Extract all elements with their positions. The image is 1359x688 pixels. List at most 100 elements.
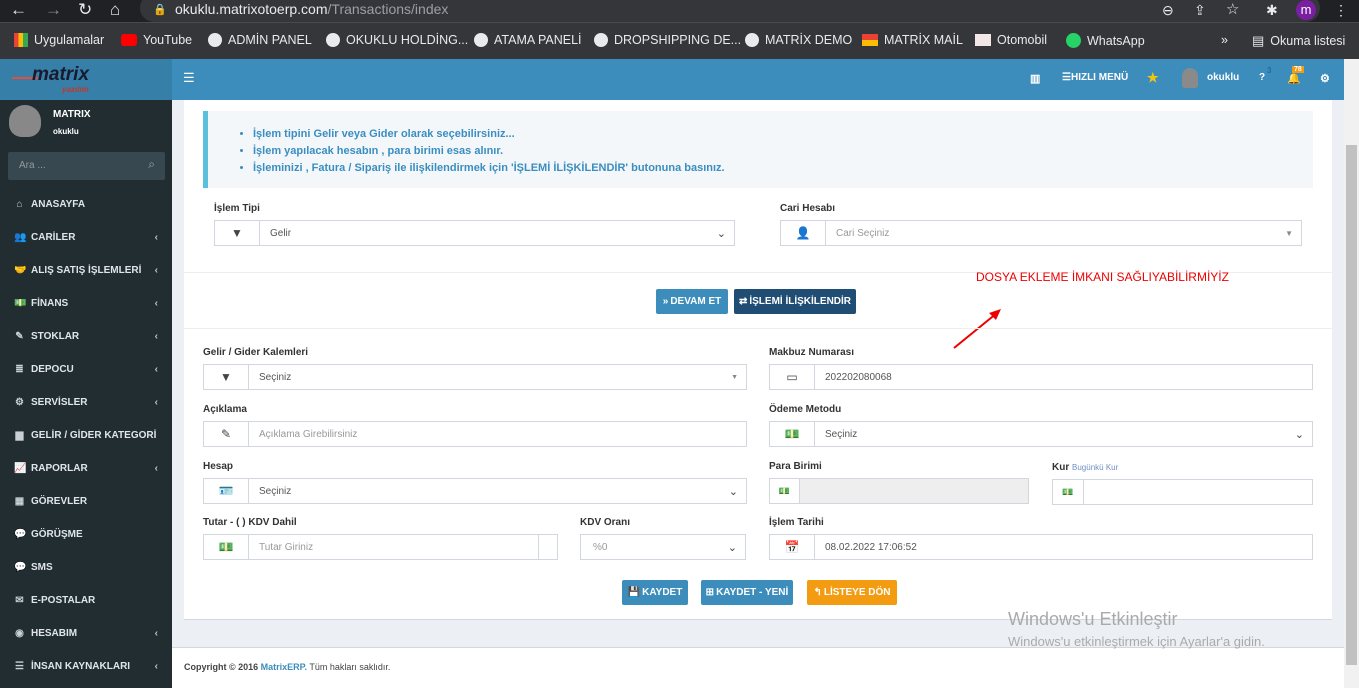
devam-et-button[interactable]: » DEVAM ET xyxy=(656,289,728,314)
aciklama-input[interactable]: ✎ Açıklama Girebilirsiniz xyxy=(203,421,747,447)
bookmark-youtube[interactable]: YouTube xyxy=(121,33,192,47)
bugunku-kur-link[interactable]: Bugünkü Kur xyxy=(1072,463,1118,472)
sidebar-item-home[interactable]: ⌂ ANASAYFA xyxy=(0,188,172,221)
info-item: İşlem tipini Gelir veya Gider olarak seç… xyxy=(253,126,725,143)
odeme-field: Seçiniz ⌄ xyxy=(815,422,1312,446)
search-icon[interactable]: ⌕ xyxy=(148,157,155,172)
bookmark-label: WhatsApp xyxy=(1087,33,1145,48)
sidebar-item-edit[interactable]: ✎ STOKLAR ‹ xyxy=(0,320,172,353)
back-icon[interactable]: ← xyxy=(10,0,27,20)
makbuz-input[interactable]: ▭ 202202080068 xyxy=(769,364,1313,390)
kur-input[interactable]: 💵 xyxy=(1052,479,1313,505)
sidebar-item-chart[interactable]: 📈 RAPORLAR ‹ xyxy=(0,452,172,485)
scrollbar-thumb[interactable] xyxy=(1346,145,1357,665)
sidebar-search-input[interactable]: Ara ... ⌕ xyxy=(8,152,165,180)
tutar-input[interactable]: 💵 Tutar Giriniz xyxy=(203,534,558,560)
islem-tipi-select[interactable]: ▼ Gelir ⌄ xyxy=(214,220,735,246)
kur-label-wrap: Kur Bugünkü Kur xyxy=(1052,462,1118,473)
sidebar-item-label: ALIŞ SATIŞ İŞLEMLERİ xyxy=(31,265,142,276)
reading-list[interactable]: ▤ Okuma listesi xyxy=(1252,33,1345,49)
barcode-icon[interactable]: ▥ xyxy=(1030,72,1040,85)
reload-icon[interactable]: ↻ xyxy=(78,0,92,20)
help-icon[interactable]: ? xyxy=(1259,72,1265,83)
sidebar-item-comment[interactable]: 💬 GÖRÜŞME xyxy=(0,518,172,551)
hesap-select[interactable]: 🪪 Seçiniz ⌄ xyxy=(203,478,747,504)
bookmark-whatsapp[interactable]: WhatsApp xyxy=(1066,33,1145,48)
cari-select[interactable]: 👤 Cari Seçiniz ▼ xyxy=(780,220,1302,246)
kaydet-button[interactable]: 💾 KAYDET xyxy=(622,580,688,605)
kdv-select[interactable]: %0 ⌄ xyxy=(580,534,746,560)
sidebar-item-list[interactable]: ☰ İNSAN KAYNAKLARI ‹ xyxy=(0,650,172,683)
makbuz-label: Makbuz Numarası xyxy=(769,347,855,358)
kaydet-yeni-label: KAYDET - YENİ xyxy=(716,587,789,598)
sidebar-item-handshake[interactable]: 🤝 ALIŞ SATIŞ İŞLEMLERİ ‹ xyxy=(0,254,172,287)
profile-avatar[interactable]: m xyxy=(1296,0,1316,20)
menu-dots-icon[interactable]: ⋮ xyxy=(1334,0,1348,20)
url-text[interactable]: okuklu.matrixotoerp.com/Transactions/ind… xyxy=(175,1,448,17)
user-avatar-icon[interactable] xyxy=(1182,68,1198,88)
chevron-left-icon: ‹ xyxy=(154,298,158,309)
more-bookmarks[interactable]: » xyxy=(1221,33,1228,47)
sidebar-item-users[interactable]: 👥 CARİLER ‹ xyxy=(0,221,172,254)
user-name[interactable]: okuklu xyxy=(1207,72,1239,83)
forward-icon[interactable]: → xyxy=(45,0,62,20)
bookmark-label: Otomobil xyxy=(997,33,1048,47)
transaction-form-box: İşlem tipini Gelir veya Gider olarak seç… xyxy=(184,100,1332,620)
home-icon[interactable]: ⌂ xyxy=(110,0,120,20)
tutar-suffix-addon xyxy=(539,535,557,559)
sidebar-item-envelope[interactable]: ✉ E-POSTALAR xyxy=(0,584,172,617)
bookmark-admin[interactable]: ADMİN PANEL xyxy=(208,33,312,47)
sidebar-item-user-circle[interactable]: ◉ HESABIM ‹ xyxy=(0,617,172,650)
odeme-select[interactable]: 💵 Seçiniz ⌄ xyxy=(769,421,1313,447)
extensions-icon[interactable]: ✱ xyxy=(1266,0,1278,20)
zoom-icon[interactable]: ⊖ xyxy=(1162,0,1174,20)
page-scrollbar[interactable] xyxy=(1344,59,1359,688)
comment-icon: 💬 xyxy=(14,529,27,540)
sidebar-item-label: SMS xyxy=(31,562,53,573)
favorites-star-icon[interactable]: ★ xyxy=(1147,70,1159,86)
windows-activation-title: Windows'u Etkinleştir xyxy=(1008,609,1178,629)
makbuz-field: 202202080068 xyxy=(815,365,1312,389)
islemi-iliskilendir-button[interactable]: ⇄ İŞLEMİ İLİŞKİLENDİR xyxy=(734,289,856,314)
share-icon[interactable]: ⇪ xyxy=(1194,0,1206,20)
edit-icon: ✎ xyxy=(15,331,24,342)
chart-icon: 📈 xyxy=(14,463,27,474)
quick-menu-button[interactable]: ☰HIZLI MENÜ xyxy=(1062,72,1128,83)
sidebar-item-cogs[interactable]: ⚙ SERVİSLER ‹ xyxy=(0,386,172,419)
bookmark-otomobil[interactable]: Otomobil xyxy=(975,33,1047,47)
hesap-label: Hesap xyxy=(203,461,234,472)
sidebar-item-comment[interactable]: 💬 SMS xyxy=(0,551,172,584)
notifications-bell-icon[interactable]: 🔔 xyxy=(1287,72,1301,85)
bookmark-mail[interactable]: MATRİX MAİL xyxy=(862,33,963,47)
hesap-field: Seçiniz ⌄ xyxy=(249,479,746,503)
sidebar-toggle-icon[interactable]: ☰ xyxy=(183,70,195,86)
envelope-icon: ✉ xyxy=(15,595,24,606)
settings-cogs-icon[interactable]: ⚙ xyxy=(1320,72,1330,85)
kalem-value: Seçiniz xyxy=(259,371,292,383)
logo[interactable]: matrix yazılım xyxy=(0,59,172,100)
para-birimi-value xyxy=(800,479,1028,503)
sidebar-item-money[interactable]: 💵 FİNANS ‹ xyxy=(0,287,172,320)
bookmark-dropshipping[interactable]: DROPSHIPPING DE... xyxy=(594,33,741,47)
bookmark-holding[interactable]: OKUKLU HOLDİNG... xyxy=(326,33,468,47)
kaydet-label: KAYDET xyxy=(642,587,683,598)
bookmark-demo[interactable]: MATRİX DEMO xyxy=(745,33,852,47)
bookmark-label: ATAMA PANELİ xyxy=(494,33,582,47)
footer-brand-link[interactable]: MatrixERP. xyxy=(261,662,307,672)
kalem-select[interactable]: ▼ Seçiniz ▼ xyxy=(203,364,747,390)
sidebar-item-file[interactable]: ▆ GELİR / GİDER KATEGORİ xyxy=(0,419,172,452)
tarih-value: 08.02.2022 17:06:52 xyxy=(825,541,917,553)
bookmark-label: MATRİX DEMO xyxy=(765,33,853,47)
sidebar-item-label: ANASAYFA xyxy=(31,199,86,210)
sidebar-item-grid[interactable]: ▦ GÖREVLER xyxy=(0,485,172,518)
top-navbar: ☰ xyxy=(172,59,1344,100)
tarih-input[interactable]: 📅 08.02.2022 17:06:52 xyxy=(769,534,1313,560)
listeye-don-button[interactable]: ↰ LİSTEYE DÖN xyxy=(807,580,897,605)
chevron-down-icon: ⌄ xyxy=(727,541,737,554)
chevron-left-icon: ‹ xyxy=(154,364,158,375)
kaydet-yeni-button[interactable]: ⊞ KAYDET - YENİ xyxy=(701,580,793,605)
bookmark-atama[interactable]: ATAMA PANELİ xyxy=(474,33,582,47)
star-icon[interactable]: ☆ xyxy=(1226,0,1239,20)
sidebar-item-database[interactable]: ≣ DEPOCU ‹ xyxy=(0,353,172,386)
bookmark-apps[interactable]: Uygulamalar xyxy=(14,33,104,47)
